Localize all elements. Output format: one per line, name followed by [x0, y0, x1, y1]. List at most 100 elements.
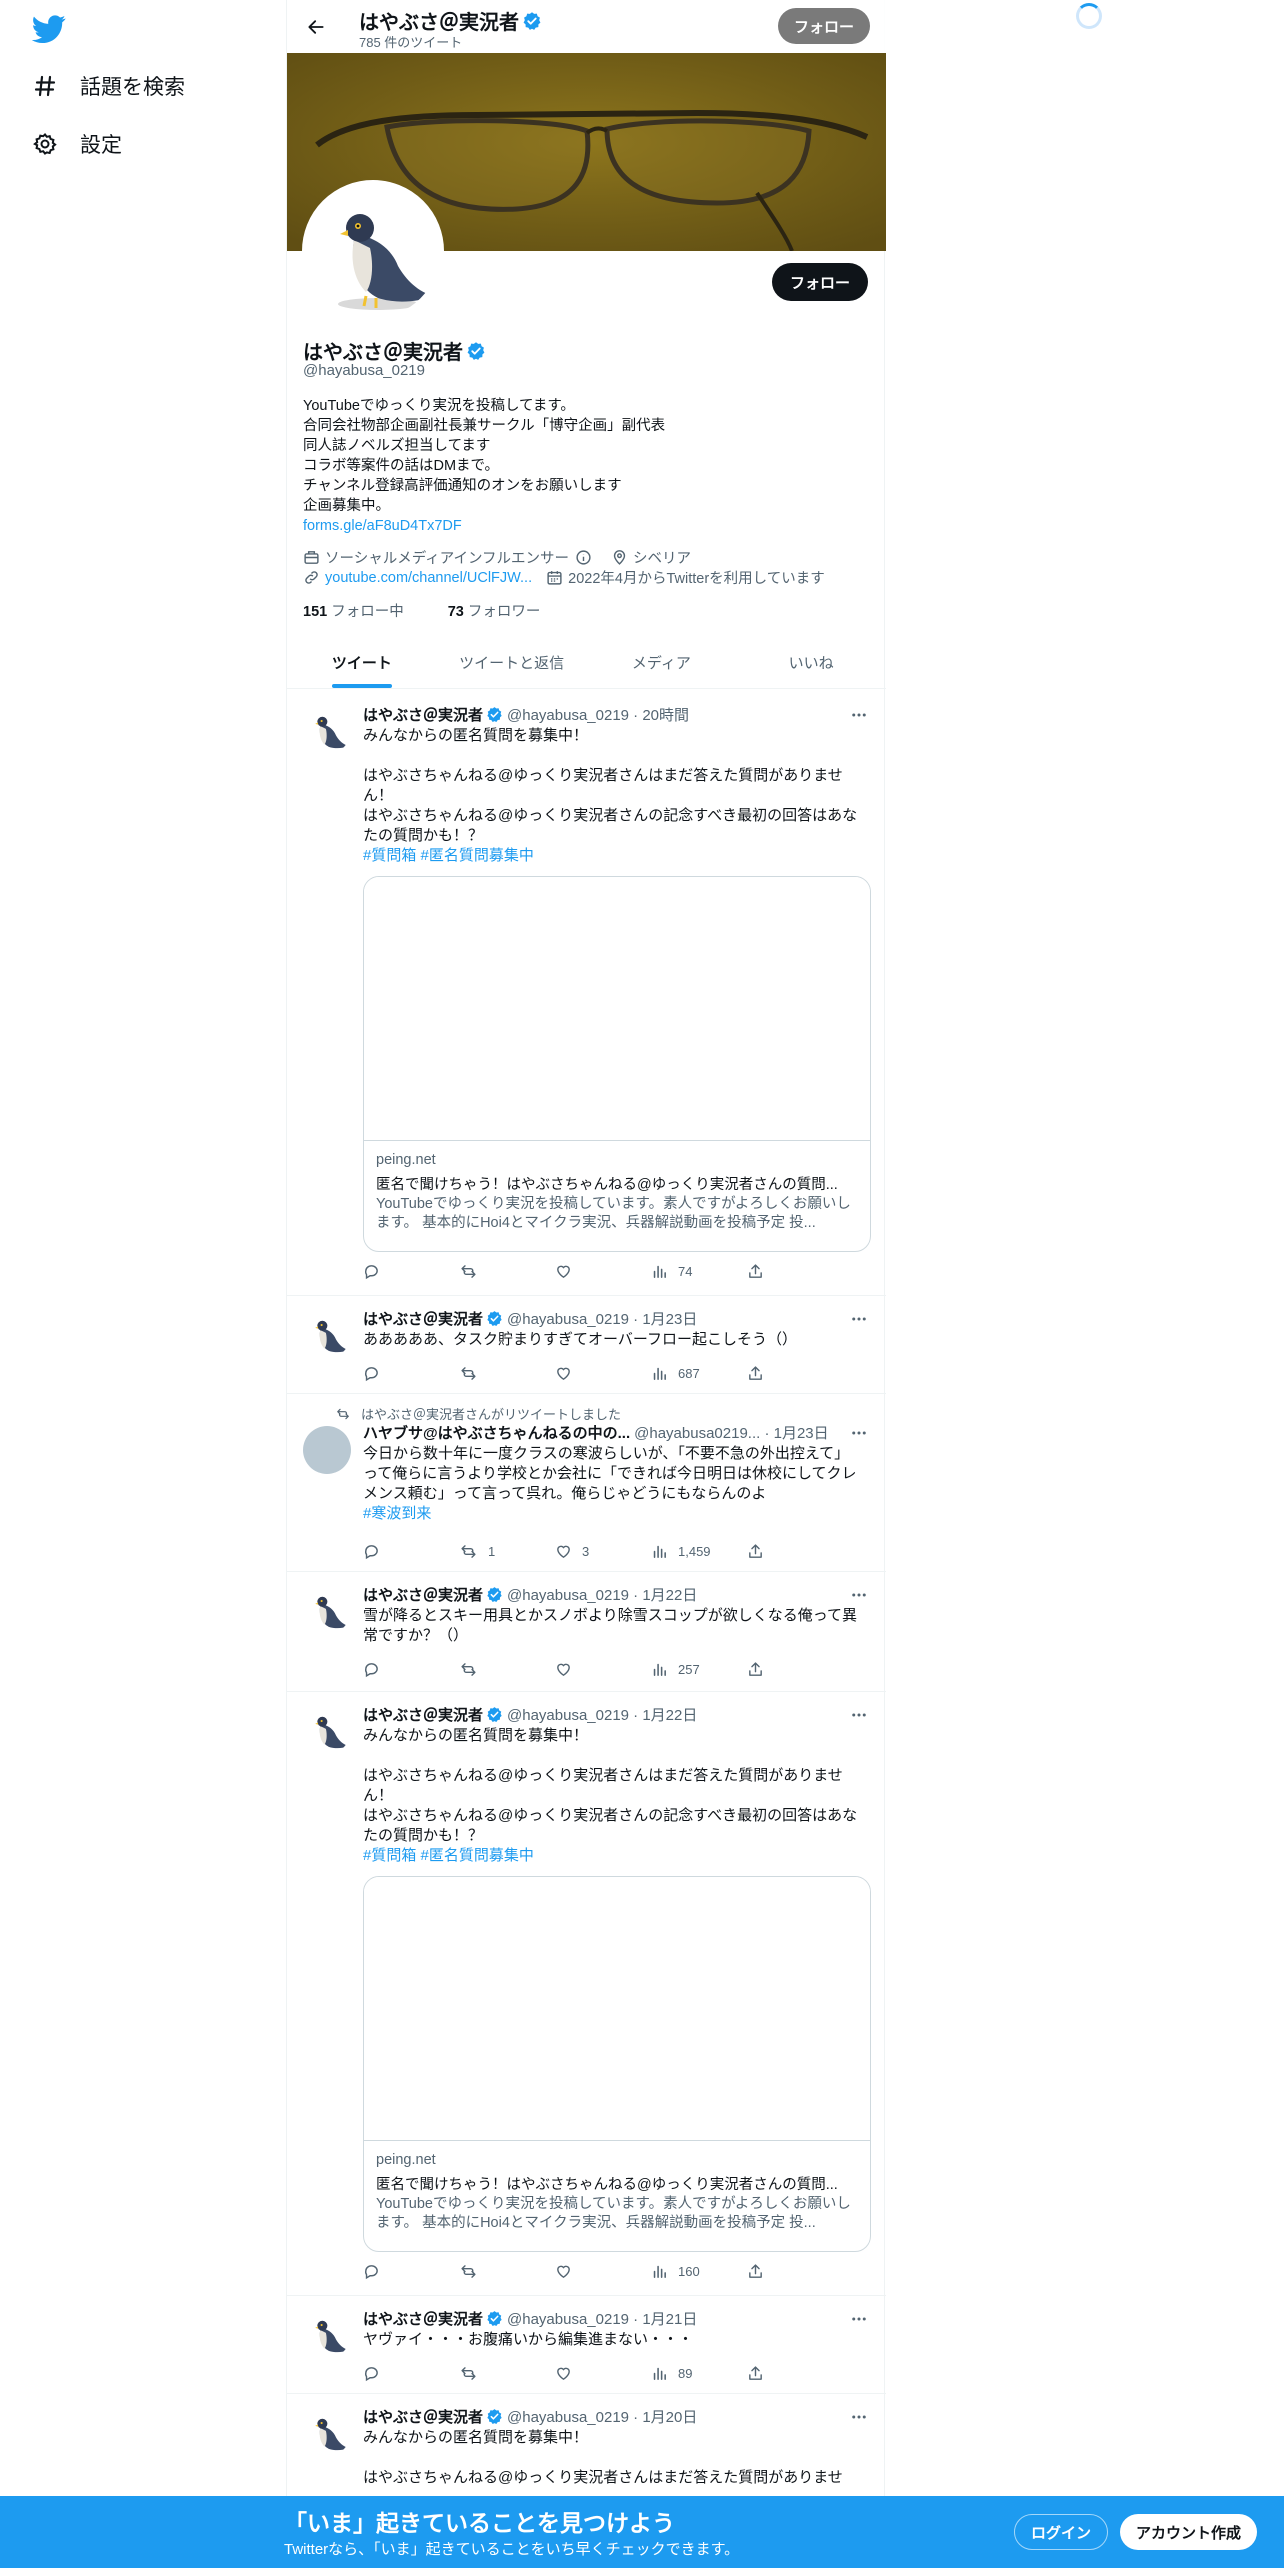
retweet-button[interactable] [459, 2362, 555, 2384]
reply-button[interactable] [363, 2362, 459, 2384]
avatar[interactable] [303, 1586, 351, 1634]
tweet-meta[interactable]: @hayabusa_0219 · 1月21日 [507, 2308, 697, 2329]
more-options-button[interactable] [848, 1704, 870, 1726]
signup-button[interactable]: アカウント作成 [1120, 2514, 1258, 2550]
like-button[interactable]: 3 [555, 1540, 651, 1562]
views-button[interactable]: 687 [651, 1362, 747, 1384]
more-options-button[interactable] [848, 704, 870, 726]
link-card[interactable]: peing.net 匿名で聞けちゃう！はやぶさちゃんねる@ゆっくり実況者さんの質問… [363, 1876, 871, 2252]
heart-icon [557, 1367, 570, 1380]
avatar[interactable] [303, 1706, 351, 1754]
reply-button[interactable] [363, 1540, 459, 1562]
tweet-author-name[interactable]: はやぶさ＠実況者 [363, 1308, 483, 1329]
retweet-button[interactable] [459, 1658, 555, 1680]
follow-button[interactable]: フォロー [771, 263, 868, 301]
hashtags[interactable]: #質問箱 #匿名質問募集中 [363, 846, 871, 866]
reply-button[interactable] [363, 1260, 459, 1282]
tweet-text-line: ん！ [363, 787, 394, 804]
tab-tweets[interactable]: ツイート [287, 636, 437, 688]
login-button[interactable]: ログイン [1014, 2514, 1109, 2550]
more-options-button[interactable] [848, 1584, 870, 1606]
nav-explore[interactable]: 話題を検索 [32, 66, 185, 106]
like-button[interactable] [555, 1362, 651, 1384]
tweet-author-name[interactable]: はやぶさ＠実況者 [363, 2308, 483, 2329]
profile-avatar[interactable] [302, 180, 444, 322]
reply-icon [364, 2264, 378, 2279]
views-button[interactable]: 1,459 [651, 1540, 747, 1562]
tab-tweets-replies[interactable]: ツイートと返信 [437, 636, 587, 688]
tweet[interactable]: はやぶさ＠実況者さんがリツイートしました ハヤブサ@はやぶさちゃんねるの中の...… [287, 1394, 886, 1572]
tweet-meta[interactable]: @hayabusa_0219 · 1月20日 [507, 2406, 697, 2427]
views-button[interactable]: 89 [651, 2362, 747, 2384]
back-arrow-icon[interactable] [301, 12, 331, 42]
tweet[interactable]: はやぶさ＠実況者 @hayabusa_0219 · 20時間 みんなからの匿名質問を… [287, 690, 886, 1296]
twitter-logo-icon[interactable] [31, 12, 66, 46]
tweet-meta[interactable]: @hayabusa_0219 · 1月22日 [507, 1704, 697, 1725]
followers-link[interactable]: 73 フォロワー [448, 600, 563, 621]
avatar[interactable] [303, 706, 351, 754]
info-icon[interactable] [575, 549, 592, 566]
link-card[interactable]: peing.net 匿名で聞けちゃう！はやぶさちゃんねる@ゆっくり実況者さんの質問… [363, 876, 871, 1252]
tweet-meta[interactable]: @hayabusa_0219 · 1月22日 [507, 1584, 697, 1605]
like-button[interactable] [555, 2362, 651, 2384]
tweet-text-line: みんなからの匿名質問を募集中！ [363, 1727, 589, 1744]
tweet-text-line: はやぶさちゃんねる@ゆっくり実況者さんの記念すべき最初の回答はあな [363, 807, 858, 824]
retweet-button[interactable] [459, 2260, 555, 2282]
retweet-button[interactable]: 1 [459, 1540, 555, 1562]
bio-line: 企画募集中。 [303, 498, 390, 514]
reply-button[interactable] [363, 2260, 459, 2282]
tweet[interactable]: はやぶさ＠実況者 @hayabusa_0219 · 1月22日 雪が降るとスキー用具… [287, 1572, 886, 1692]
tweet-meta[interactable]: @hayabusa_0219 · 20時間 [507, 704, 689, 725]
more-options-button[interactable] [848, 2406, 870, 2428]
retweet-button[interactable] [459, 1260, 555, 1282]
more-options-button[interactable] [848, 1422, 870, 1444]
reply-button[interactable] [363, 1658, 459, 1680]
tab-media[interactable]: メディア [587, 636, 737, 688]
avatar[interactable] [303, 2408, 351, 2456]
tweet[interactable]: はやぶさ＠実況者 @hayabusa_0219 · 1月22日みんなからの匿名質問… [287, 1692, 886, 2296]
like-button[interactable] [555, 1260, 651, 1282]
tweet-text: みんなからの匿名質問を募集中！ はやぶさちゃんねる@ゆっくり実況者さんはまだ答えた… [363, 726, 871, 866]
avatar[interactable] [303, 1310, 351, 1358]
views-button[interactable]: 160 [651, 2260, 747, 2282]
share-button[interactable] [747, 1260, 774, 1282]
reply-button[interactable] [363, 1362, 459, 1384]
retweet-button[interactable] [459, 1362, 555, 1384]
more-options-button[interactable] [848, 1308, 870, 1330]
tab-likes[interactable]: いいね [736, 636, 886, 688]
follow-button-top[interactable]: フォロー [777, 8, 870, 44]
avatar[interactable] [303, 1426, 351, 1474]
share-button[interactable] [747, 2362, 774, 2384]
hashtags[interactable]: #質問箱 #匿名質問募集中 [363, 1846, 871, 1866]
like-button[interactable] [555, 2260, 651, 2282]
tweet-author-name[interactable]: ハヤブサ@はやぶさちゃんねるの中の... [363, 1422, 630, 1443]
like-button[interactable] [555, 1658, 651, 1680]
views-button[interactable]: 257 [651, 1658, 747, 1680]
tweet[interactable]: はやぶさ＠実況者 @hayabusa_0219 · 1月23日 あああああ、タスク貯… [287, 1296, 886, 1394]
profile-website[interactable]: youtube.com/channel/UClFJW... [303, 569, 532, 586]
more-options-button[interactable] [848, 2308, 870, 2330]
share-button[interactable] [747, 1540, 774, 1562]
tweet-meta[interactable]: @hayabusa_0219 · 1月23日 [507, 1308, 697, 1329]
share-button[interactable] [747, 1658, 774, 1680]
view-count: 1,459 [678, 1543, 711, 1559]
following-link[interactable]: 151 フォロー中 [303, 600, 426, 621]
nav-settings[interactable]: 設定 [32, 124, 122, 164]
tweet-meta[interactable]: @hayabusa0219... · 1月23日 [634, 1422, 829, 1443]
tweet-author-name[interactable]: はやぶさ＠実況者 [363, 704, 483, 725]
tweet-author-name[interactable]: はやぶさ＠実況者 [363, 1704, 483, 1725]
more-dots-icon [852, 2415, 866, 2419]
bio-link[interactable]: forms.gle/aF8uD4Tx7DF [303, 516, 665, 536]
tweet-author-name[interactable]: はやぶさ＠実況者 [363, 1584, 483, 1605]
hashtags[interactable]: #寒波到来 [363, 1504, 871, 1524]
tweet-text-line: はやぶさちゃんねる@ゆっくり実況者さんはまだ答えた質問がありませ [363, 1767, 843, 1784]
card-description: YouTubeでゆっくり実況を投稿しています。素人ですがよろしくお願いします。 … [376, 2196, 851, 2231]
share-button[interactable] [747, 2260, 774, 2282]
tweet[interactable]: はやぶさ＠実況者 @hayabusa_0219 · 1月21日 ヤヴァイ・・・お腹痛… [287, 2296, 886, 2394]
website-link[interactable]: youtube.com/channel/UClFJW... [325, 570, 532, 586]
views-button[interactable]: 74 [651, 1260, 747, 1282]
share-button[interactable] [747, 1362, 774, 1384]
retweet-icon [461, 2264, 476, 2278]
avatar[interactable] [303, 2310, 351, 2358]
tweet-author-name[interactable]: はやぶさ＠実況者 [363, 2406, 483, 2427]
